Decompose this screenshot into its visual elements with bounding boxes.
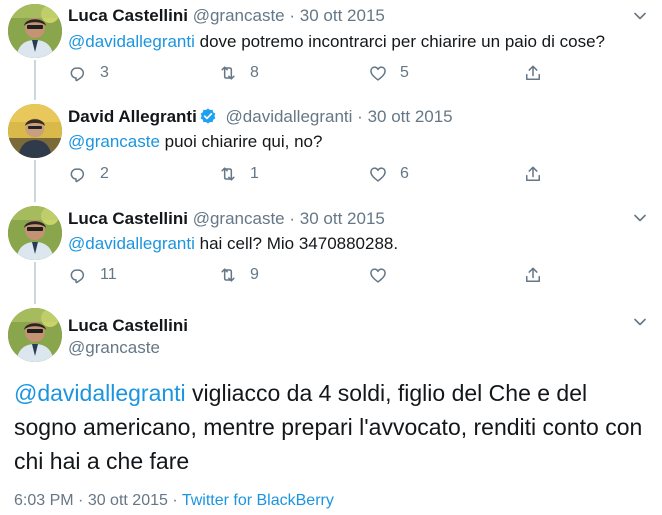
tweet-actions: 11 9 (68, 263, 568, 287)
author-name[interactable]: Luca Castellini (68, 316, 188, 336)
tweet-date[interactable]: 30 ott 2015 (368, 107, 453, 126)
mention-link[interactable]: @davidallegranti (14, 380, 186, 406)
mention-link[interactable]: @davidallegranti (68, 234, 195, 253)
like-button[interactable]: 6 (368, 162, 409, 186)
chevron-down-icon[interactable] (632, 8, 648, 24)
retweet-icon (218, 265, 238, 285)
avatar[interactable] (8, 308, 62, 362)
avatar[interactable] (8, 4, 62, 58)
heart-icon (368, 265, 388, 285)
verified-badge-icon (200, 108, 216, 124)
reply-button[interactable]: 3 (68, 61, 109, 85)
tweet-header: David Allegranti @davidallegranti · 30 o… (68, 107, 453, 127)
retweet-button[interactable]: 9 (218, 263, 259, 287)
tweet-text: @grancaste puoi chiarire qui, no? (68, 131, 322, 153)
retweet-button[interactable]: 8 (218, 61, 259, 85)
share-icon (523, 265, 543, 285)
tweet-date[interactable]: 30 ott 2015 (300, 209, 385, 228)
tweet-text: @davidallegranti dove potremo incontrarc… (68, 31, 605, 53)
share-button[interactable] (523, 162, 543, 186)
tweet-meta: 6:03 PM · 30 ott 2015 · Twitter for Blac… (14, 492, 334, 510)
author-name[interactable]: David Allegranti (68, 107, 197, 126)
author-name[interactable]: Luca Castellini (68, 209, 188, 228)
heart-icon (368, 164, 388, 184)
tweet-source-link[interactable]: Twitter for BlackBerry (182, 492, 334, 509)
tweet-text: @davidallegranti hai cell? Mio 347088028… (68, 233, 398, 255)
reply-icon (68, 164, 88, 184)
like-button[interactable] (368, 263, 400, 287)
avatar[interactable] (8, 104, 62, 158)
chevron-down-icon[interactable] (632, 314, 648, 330)
author-handle[interactable]: @grancaste (68, 338, 160, 358)
share-icon (523, 164, 543, 184)
share-button[interactable] (523, 61, 543, 85)
author-handle[interactable]: @davidallegranti (226, 107, 353, 126)
tweet-header: Luca Castellini @grancaste · 30 ott 2015 (68, 6, 385, 26)
tweet-date[interactable]: 30 ott 2015 (300, 6, 385, 25)
separator: · (167, 492, 182, 509)
tweet-time[interactable]: 6:03 PM (14, 492, 74, 509)
chevron-down-icon[interactable] (632, 210, 648, 226)
reply-button[interactable]: 11 (68, 263, 117, 287)
heart-icon (368, 63, 388, 83)
separator: · (357, 107, 363, 126)
reply-icon (68, 265, 88, 285)
tweet-header: Luca Castellini @grancaste · 30 ott 2015 (68, 209, 385, 229)
retweet-count: 9 (250, 266, 259, 283)
reply-count: 11 (100, 266, 117, 283)
tweet-text-content: dove potremo incontrarci per chiarire un… (194, 32, 605, 51)
mention-link[interactable]: @grancaste (68, 132, 160, 151)
reply-count: 3 (100, 64, 109, 81)
like-count: 5 (400, 64, 409, 81)
like-button[interactable]: 5 (368, 61, 409, 85)
reply-count: 2 (100, 165, 109, 182)
like-count: 6 (400, 165, 409, 182)
author-name[interactable]: Luca Castellini (68, 6, 188, 25)
avatar[interactable] (8, 206, 62, 260)
mention-link[interactable]: @davidallegranti (68, 32, 195, 51)
share-icon (523, 63, 543, 83)
separator: · (73, 492, 88, 509)
main-tweet-text: @davidallegranti vigliacco da 4 soldi, f… (14, 376, 654, 478)
tweet-text-content: puoi chiarire qui, no? (159, 132, 323, 151)
separator: · (289, 6, 296, 25)
reply-icon (68, 63, 88, 83)
author-handle[interactable]: @grancaste (193, 6, 285, 25)
thread-line (34, 262, 36, 304)
author-handle[interactable]: @grancaste (193, 209, 285, 228)
separator: · (289, 209, 296, 228)
retweet-count: 8 (250, 64, 259, 81)
tweet-actions: 2 1 6 (68, 162, 568, 186)
tweet-text-content: hai cell? Mio 3470880288. (194, 234, 399, 253)
thread-line (34, 60, 36, 100)
tweet-date[interactable]: 30 ott 2015 (88, 492, 168, 509)
retweet-button[interactable]: 1 (218, 162, 259, 186)
retweet-icon (218, 63, 238, 83)
retweet-count: 1 (250, 165, 259, 182)
reply-button[interactable]: 2 (68, 162, 109, 186)
thread-line (34, 160, 36, 202)
retweet-icon (218, 164, 238, 184)
tweet-actions: 3 8 5 (68, 61, 568, 85)
share-button[interactable] (523, 263, 543, 287)
